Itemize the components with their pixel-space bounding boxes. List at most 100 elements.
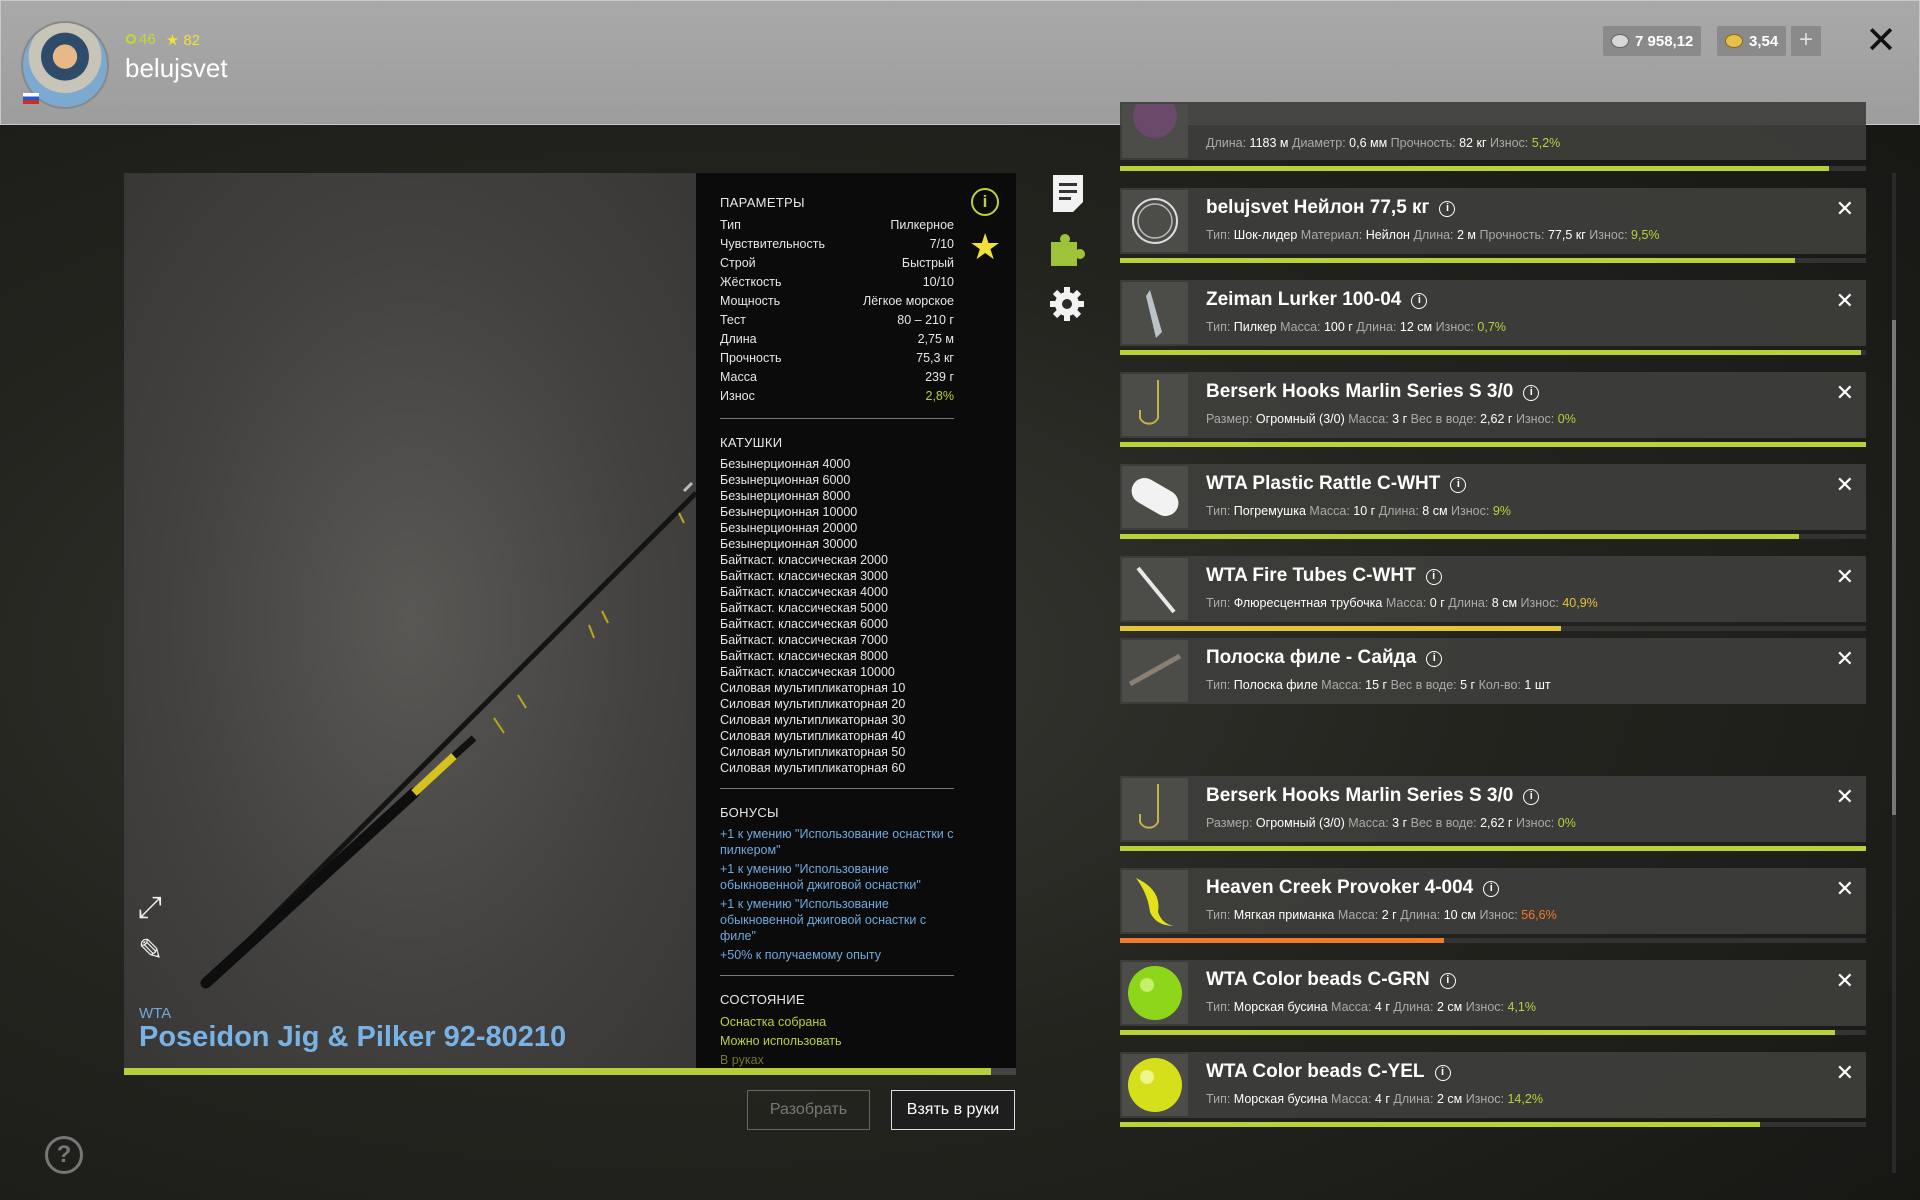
item-attr-label: Износ: bbox=[1451, 504, 1493, 518]
item-description: Тип: Шок-лидер Материал: Нейлон Длина: 2… bbox=[1206, 228, 1660, 242]
param-label: Прочность bbox=[720, 351, 782, 365]
remove-item-button[interactable]: ✕ bbox=[1836, 472, 1854, 498]
item-wear-fill bbox=[1120, 350, 1861, 355]
notes-icon[interactable] bbox=[1050, 172, 1086, 214]
item-wear-bar bbox=[1120, 846, 1866, 851]
tackle-item[interactable]: Berserk Hooks Marlin Series S 3/0 i Размер… bbox=[1120, 776, 1866, 842]
item-wear-bar bbox=[1120, 350, 1866, 355]
bonuses-list: +1 к умению "Использование оснастки с пи… bbox=[720, 826, 1016, 963]
item-title: Heaven Creek Provoker 4-004 i bbox=[1206, 877, 1500, 899]
item-attr-value: Погремушка bbox=[1233, 504, 1306, 518]
item-attr-label: Износ: bbox=[1520, 596, 1563, 610]
param-label: Жёсткость bbox=[720, 275, 782, 289]
tackle-item[interactable]: WTA Color beads C-YEL i Тип: Морская бусин… bbox=[1120, 1052, 1866, 1118]
item-attr-value: 1183 м bbox=[1249, 136, 1289, 150]
tackle-item[interactable]: Длина: 1183 м Диаметр: 0,6 мм Прочность:… bbox=[1120, 102, 1866, 160]
item-info-icon[interactable]: i bbox=[1483, 881, 1500, 897]
level-icon bbox=[126, 34, 136, 44]
remove-item-button[interactable]: ✕ bbox=[1836, 784, 1854, 810]
item-info-icon[interactable]: i bbox=[1425, 569, 1442, 585]
item-thumbnail bbox=[1122, 1054, 1188, 1116]
tackle-item[interactable]: Zeiman Lurker 100-04 i Тип: Пилкер Масса: … bbox=[1120, 280, 1866, 346]
tackle-item[interactable]: belujsvet Нейлон 77,5 кг i Тип: Шок-лидер … bbox=[1120, 188, 1866, 254]
item-wear-bar bbox=[1120, 166, 1866, 171]
rod-name: Poseidon Jig & Pilker 92-80210 bbox=[139, 1021, 567, 1053]
remove-item-button[interactable]: ✕ bbox=[1836, 196, 1854, 222]
item-attr-label: Длина: bbox=[1448, 596, 1492, 610]
item-info-icon[interactable]: i bbox=[1434, 1065, 1451, 1081]
item-info-icon[interactable]: i bbox=[1523, 789, 1540, 805]
item-attr-value: 2,62 г bbox=[1480, 412, 1513, 426]
item-attr-value: 2,62 г bbox=[1480, 816, 1513, 830]
item-attr-value: 4 г bbox=[1374, 1092, 1390, 1106]
item-description: Тип: Пилкер Масса: 100 г Длина: 12 см Из… bbox=[1206, 320, 1506, 334]
param-row: Чувствительность 7/10 bbox=[720, 235, 954, 254]
item-description: Длина: 1183 м Диаметр: 0,6 мм Прочность:… bbox=[1206, 136, 1560, 150]
item-attr-label: Тип: bbox=[1206, 1092, 1234, 1106]
remove-item-button[interactable]: ✕ bbox=[1836, 564, 1854, 590]
item-thumbnail bbox=[1122, 190, 1188, 252]
param-row: Жёсткость 10/10 bbox=[720, 273, 954, 292]
item-info-icon[interactable]: i bbox=[1523, 385, 1540, 401]
remove-item-button[interactable]: ✕ bbox=[1836, 1060, 1854, 1086]
item-info-icon[interactable]: i bbox=[1426, 651, 1443, 667]
reels-title: КАТУШКИ bbox=[720, 435, 783, 450]
item-title: Полоска филе - Сайда i bbox=[1206, 647, 1443, 669]
remove-item-button[interactable]: ✕ bbox=[1836, 646, 1854, 672]
item-description: Тип: Мягкая приманка Масса: 2 г Длина: 1… bbox=[1206, 908, 1557, 922]
tackle-item[interactable]: WTA Color beads C-GRN i Тип: Морская бусин… bbox=[1120, 960, 1866, 1026]
item-attr-value: 0 г bbox=[1429, 596, 1445, 610]
settings-gear-icon[interactable] bbox=[1048, 285, 1086, 323]
item-attr-label: Износ: bbox=[1479, 908, 1522, 922]
param-value: 7/10 bbox=[929, 237, 954, 251]
item-info-icon[interactable]: i bbox=[1439, 973, 1456, 989]
item-attr-value: 5,2% bbox=[1531, 136, 1561, 150]
item-info-icon[interactable]: i bbox=[1450, 477, 1467, 493]
take-in-hands-button[interactable]: Взять в руки bbox=[891, 1090, 1015, 1130]
item-description: Размер: Огромный (3/0) Масса: 3 г Вес в … bbox=[1206, 816, 1576, 830]
fullscreen-icon[interactable]: ⤢ bbox=[138, 891, 162, 925]
tackle-puzzle-icon[interactable] bbox=[1047, 228, 1087, 268]
item-attr-label: Масса: bbox=[1331, 1092, 1375, 1106]
favorite-star-icon[interactable]: ★ bbox=[969, 226, 1001, 268]
tackle-item[interactable]: Heaven Creek Provoker 4-004 i Тип: Мягкая … bbox=[1120, 868, 1866, 934]
item-attr-label: Масса: bbox=[1280, 320, 1324, 334]
remove-item-button[interactable]: ✕ bbox=[1836, 876, 1854, 902]
bonus-item: +1 к умению "Использование обыкновенной … bbox=[720, 897, 927, 943]
list-scroll-thumb[interactable] bbox=[1892, 320, 1896, 815]
item-title-text: WTA Plastic Rattle C-WHT bbox=[1206, 473, 1441, 494]
remove-item-button[interactable]: ✕ bbox=[1836, 380, 1854, 406]
remove-item-button[interactable]: ✕ bbox=[1836, 288, 1854, 314]
reel-item: Безынерционная 10000 bbox=[720, 505, 858, 519]
item-attr-value: Флюресцентная трубочка bbox=[1233, 596, 1383, 610]
item-wear-fill bbox=[1120, 534, 1799, 539]
rod-preview[interactable]: ⤢ ✎ WTA Poseidon Jig & Pilker 92-80210 bbox=[124, 173, 696, 1068]
rod-wear-bar bbox=[124, 1068, 1016, 1075]
item-wear-fill bbox=[1120, 442, 1866, 447]
reel-item: Силовая мультипликаторная 10 bbox=[720, 681, 906, 695]
param-row: Тип Пилкерное bbox=[720, 216, 954, 235]
item-attr-label: Масса: bbox=[1348, 816, 1393, 830]
reel-item: Силовая мультипликаторная 40 bbox=[720, 729, 906, 743]
param-label: Износ bbox=[720, 389, 755, 403]
bonus-item: +50% к получаемому опыту bbox=[720, 948, 881, 962]
item-wear-bar bbox=[1120, 534, 1866, 539]
disassemble-button[interactable]: Разобрать bbox=[747, 1090, 870, 1130]
item-thumbnail bbox=[1122, 778, 1188, 840]
remove-item-button[interactable]: ✕ bbox=[1836, 968, 1854, 994]
reel-item: Силовая мультипликаторная 30 bbox=[720, 713, 906, 727]
info-icon[interactable]: i bbox=[971, 188, 999, 216]
param-label: Тест bbox=[720, 313, 746, 327]
tackle-item[interactable]: Berserk Hooks Marlin Series S 3/0 i Размер… bbox=[1120, 372, 1866, 438]
item-info-icon[interactable]: i bbox=[1439, 201, 1456, 217]
item-attr-label: Тип: bbox=[1206, 320, 1234, 334]
item-info-icon[interactable]: i bbox=[1411, 293, 1428, 309]
close-button[interactable]: ✕ bbox=[1863, 21, 1899, 61]
tackle-item[interactable]: Полоска филе - Сайда i Тип: Полоска филе М… bbox=[1120, 638, 1866, 704]
tackle-item[interactable]: WTA Fire Tubes C-WHT i Тип: Флюресцентная … bbox=[1120, 556, 1866, 622]
item-wear-fill bbox=[1120, 1122, 1761, 1127]
edit-pencil-icon[interactable]: ✎ bbox=[138, 933, 163, 968]
item-title-text: WTA Color beads C-GRN bbox=[1206, 969, 1430, 990]
tackle-item[interactable]: WTA Plastic Rattle C-WHT i Тип: Погремушка… bbox=[1120, 464, 1866, 530]
help-icon[interactable]: ? bbox=[45, 1136, 83, 1174]
